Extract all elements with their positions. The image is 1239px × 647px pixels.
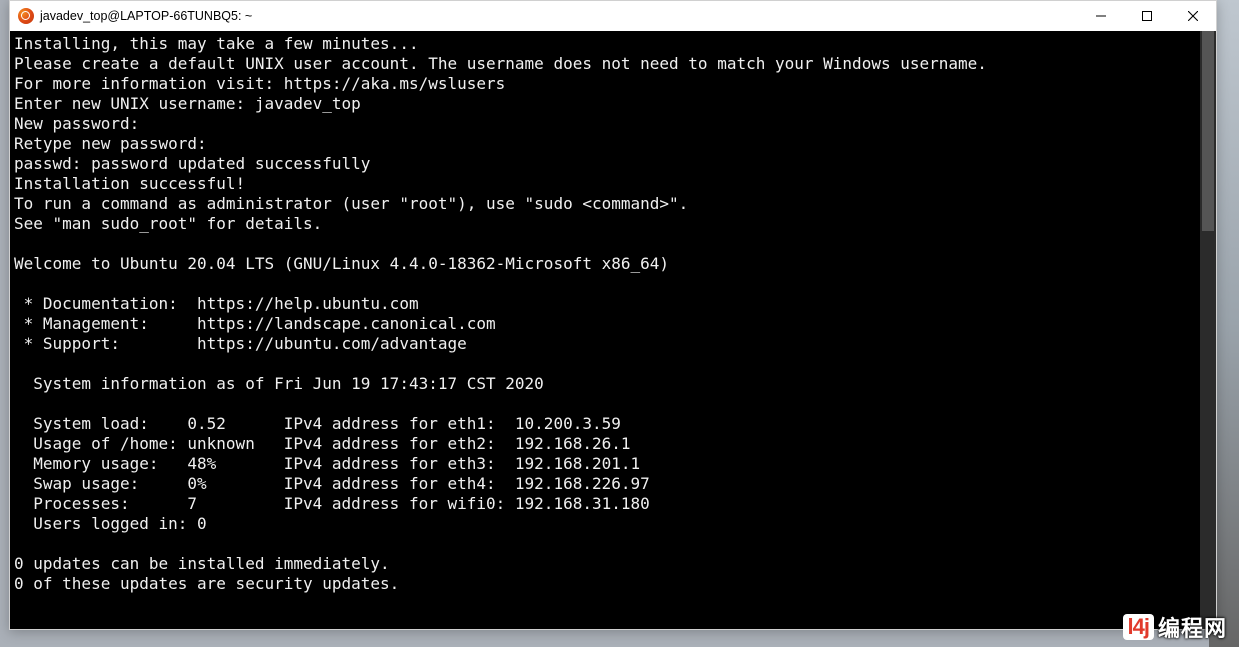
terminal-line: New password: bbox=[14, 114, 139, 133]
terminal-window: javadev_top@LAPTOP-66TUNBQ5: ~ Installin… bbox=[9, 0, 1217, 630]
close-icon bbox=[1188, 11, 1198, 21]
watermark: l4j 编程网 bbox=[1123, 611, 1227, 643]
minimize-button[interactable] bbox=[1078, 1, 1124, 31]
terminal-line: See "man sudo_root" for details. bbox=[14, 214, 322, 233]
terminal-line: To run a command as administrator (user … bbox=[14, 194, 688, 213]
terminal-line: passwd: password updated successfully bbox=[14, 154, 370, 173]
terminal-line: * Documentation: https://help.ubuntu.com bbox=[14, 294, 419, 313]
terminal-line: 0 of these updates are security updates. bbox=[14, 574, 399, 593]
terminal-line: * Support: https://ubuntu.com/advantage bbox=[14, 334, 467, 353]
title-bar[interactable]: javadev_top@LAPTOP-66TUNBQ5: ~ bbox=[10, 1, 1216, 31]
terminal-line: System information as of Fri Jun 19 17:4… bbox=[14, 374, 544, 393]
terminal-line: Installing, this may take a few minutes.… bbox=[14, 34, 419, 53]
window-title: javadev_top@LAPTOP-66TUNBQ5: ~ bbox=[40, 9, 1078, 23]
watermark-logo: l4j bbox=[1123, 614, 1154, 640]
terminal-line: System load: 0.52 IPv4 address for eth1:… bbox=[14, 414, 621, 433]
terminal-line: For more information visit: https://aka.… bbox=[14, 74, 505, 93]
terminal-line: Processes: 7 IPv4 address for wifi0: 192… bbox=[14, 494, 650, 513]
minimize-icon bbox=[1096, 11, 1106, 21]
close-button[interactable] bbox=[1170, 1, 1216, 31]
terminal-line: Swap usage: 0% IPv4 address for eth4: 19… bbox=[14, 474, 650, 493]
terminal-line: Users logged in: 0 bbox=[14, 514, 207, 533]
terminal-line: Enter new UNIX username: javadev_top bbox=[14, 94, 361, 113]
terminal-line: Installation successful! bbox=[14, 174, 245, 193]
terminal-line: Retype new password: bbox=[14, 134, 207, 153]
terminal-line: Memory usage: 48% IPv4 address for eth3:… bbox=[14, 454, 640, 473]
window-controls bbox=[1078, 1, 1216, 31]
watermark-text: 编程网 bbox=[1158, 611, 1227, 643]
terminal-line: * Management: https://landscape.canonica… bbox=[14, 314, 496, 333]
vertical-scrollbar[interactable] bbox=[1200, 31, 1216, 629]
terminal-line: Welcome to Ubuntu 20.04 LTS (GNU/Linux 4… bbox=[14, 254, 669, 273]
maximize-icon bbox=[1142, 11, 1152, 21]
scrollbar-thumb[interactable] bbox=[1202, 31, 1214, 231]
maximize-button[interactable] bbox=[1124, 1, 1170, 31]
terminal-line: 0 updates can be installed immediately. bbox=[14, 554, 390, 573]
terminal-output[interactable]: Installing, this may take a few minutes.… bbox=[10, 31, 1216, 629]
terminal-line: Usage of /home: unknown IPv4 address for… bbox=[14, 434, 631, 453]
terminal-line: Please create a default UNIX user accoun… bbox=[14, 54, 987, 73]
ubuntu-icon bbox=[18, 8, 34, 24]
